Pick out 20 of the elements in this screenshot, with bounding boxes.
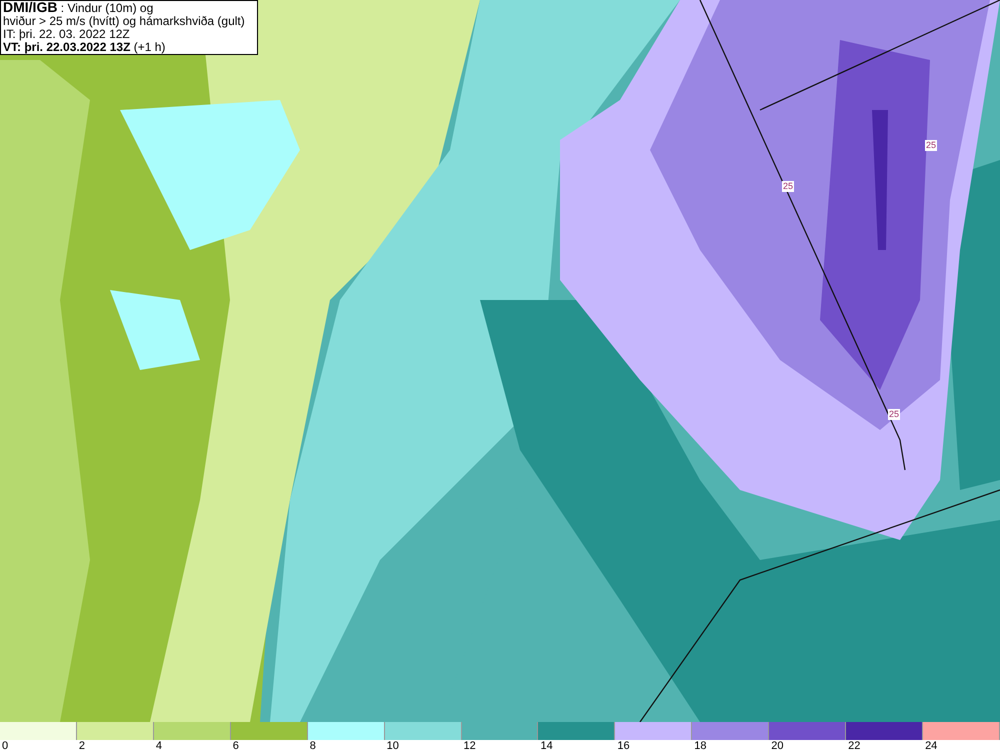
contour-label: 25 <box>782 181 794 192</box>
legend-label: 22 <box>848 740 860 753</box>
valid-time: VT: þri. 22.03.2022 13Z (+1 h) <box>3 41 166 54</box>
issue-time: IT: þri. 22. 03. 2022 12Z <box>3 28 130 41</box>
legend-label: 24 <box>925 740 938 753</box>
legend-label: 14 <box>540 740 553 753</box>
legend-label: 6 <box>232 740 239 753</box>
legend-label: 2 <box>78 740 86 753</box>
contour-label: 25 <box>925 140 938 151</box>
legend-label: 8 <box>310 740 316 753</box>
legend-label: 16 <box>617 740 630 753</box>
legend-label: 18 <box>694 740 707 753</box>
legend-label: 20 <box>771 740 784 753</box>
legend-label: 4 <box>156 740 162 753</box>
legend-label: 10 <box>386 740 399 753</box>
map-subtitle: hviður > 25 m/s (hvítt) og hámarkshviða (gult) <box>3 15 245 28</box>
legend-label: 12 <box>464 740 476 753</box>
legend-label: 0 <box>2 740 8 753</box>
contour-label: 25 <box>888 409 900 420</box>
map-title: DMI/IGB : Vindur (10m) og <box>3 1 154 15</box>
